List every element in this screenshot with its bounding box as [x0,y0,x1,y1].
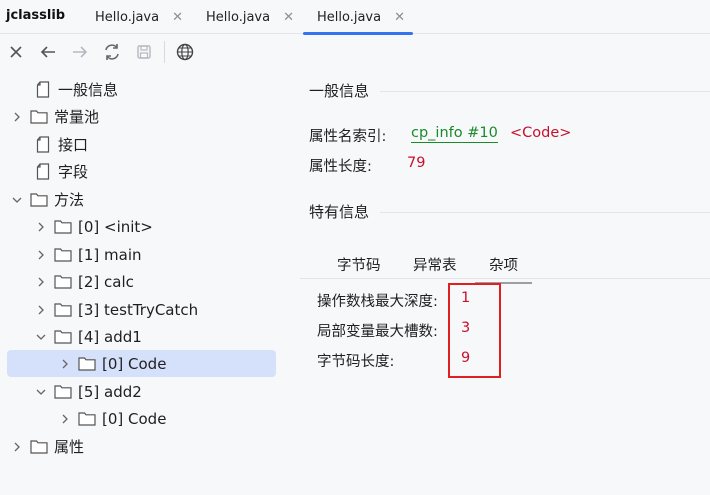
tree-item-method-add2[interactable]: [5] add2 [34,378,142,405]
tree-item-attributes[interactable]: 属性 [10,433,84,460]
name-index-label: 属性名索引: [309,129,387,145]
tree-item-label: [1] main [78,245,142,264]
folder-icon [30,191,48,209]
tab-bar: jclasslib Hello.java ✕ Hello.java ✕ Hell… [0,0,710,35]
back-arrow-icon[interactable] [32,38,64,66]
tree-item-label: 字段 [58,163,89,181]
tree-item-label: 属性 [54,438,85,456]
close-icon[interactable]: ✕ [394,10,405,25]
tree-item-general-info[interactable]: 一般信息 [34,76,118,103]
tab-hello-java-3[interactable]: Hello.java ✕ [303,0,413,35]
chevron-right-icon[interactable] [58,412,72,426]
folder-icon [78,410,96,428]
close-icon[interactable] [0,38,32,66]
chevron-right-icon[interactable] [10,440,24,454]
folder-icon [54,328,72,346]
chevron-right-icon[interactable] [34,303,48,317]
folder-icon [54,383,72,401]
tab-hello-java-1[interactable]: Hello.java ✕ [95,0,183,34]
tree-item-label: [4] add1 [78,327,142,346]
tree-item-label: [3] testTryCatch [78,300,199,319]
globe-icon[interactable] [169,38,201,66]
tree-item-label: 方法 [54,191,85,209]
highlight-box [448,283,501,378]
file-icon [34,163,52,181]
tree-item-add2-code[interactable]: [0] Code [58,405,166,432]
max-locals-label: 局部变量最大槽数: [317,324,438,340]
folder-icon [30,438,48,456]
tab-label: Hello.java [317,9,382,25]
tree-item-method-main[interactable]: [1] main [34,241,142,268]
tree-item-label: 常量池 [54,108,100,126]
chevron-right-icon[interactable] [34,220,48,234]
tree-item-label: 一般信息 [58,81,119,99]
tree-item-label: [0] Code [102,409,167,428]
subtab-exception-table[interactable]: 异常表 [413,254,457,275]
file-icon [34,81,52,99]
close-icon[interactable]: ✕ [283,10,294,25]
general-info-title: 一般信息 [309,82,370,100]
tab-label: Hello.java [95,9,160,25]
tree-item-add1-code[interactable]: [0] Code [7,350,276,377]
tree-item-methods[interactable]: 方法 [10,186,84,213]
max-stack-label: 操作数栈最大深度: [317,294,438,310]
folder-icon [78,355,96,373]
forward-arrow-icon[interactable] [64,38,96,66]
chevron-right-icon[interactable] [34,248,48,262]
detail-panel: 一般信息 属性名索引: cp_info #10 <Code> 属性长度: 79 … [300,70,710,495]
app-title: jclasslib [6,8,66,23]
name-index-value: <Code> [510,125,572,141]
section-divider [380,91,710,92]
tree-item-label: 接口 [58,136,89,154]
folder-icon [30,108,48,126]
code-length-label: 字节码长度: [317,354,395,370]
folder-icon [54,246,72,264]
tree-item-interfaces[interactable]: 接口 [34,131,88,158]
chevron-right-icon[interactable] [10,110,24,124]
tab-label: Hello.java [206,9,271,25]
close-icon[interactable]: ✕ [172,10,183,25]
chevron-right-icon[interactable] [34,275,48,289]
folder-icon [54,301,72,319]
folder-icon [54,218,72,236]
toolbar [0,35,710,69]
tree-item-method-init[interactable]: [0] <init> [34,213,153,240]
tree-item-label: [5] add2 [78,382,142,401]
tree-item-label: [0] <init> [78,217,153,236]
file-icon [34,136,52,154]
tree-item-method-testtrycatch[interactable]: [3] testTryCatch [34,296,198,323]
folder-icon [54,273,72,291]
subtab-divider [300,278,710,279]
tab-hello-java-2[interactable]: Hello.java ✕ [206,0,294,34]
tree-item-fields[interactable]: 字段 [34,158,88,185]
chevron-right-icon[interactable] [58,357,72,371]
tree-item-constant-pool[interactable]: 常量池 [10,103,99,130]
tree-item-method-calc[interactable]: [2] calc [34,268,134,295]
subtab-misc[interactable]: 杂项 [475,254,532,284]
toolbar-separator [164,41,165,63]
name-index-link[interactable]: cp_info #10 [411,125,498,143]
attribute-length-label: 属性长度: [309,159,372,175]
save-icon[interactable] [128,38,160,66]
chevron-down-icon[interactable] [34,330,48,344]
chevron-down-icon[interactable] [10,193,24,207]
subtab-bytecode[interactable]: 字节码 [337,254,381,275]
refresh-icon[interactable] [96,38,128,66]
tree-item-method-add1[interactable]: [4] add1 [34,323,142,350]
tree-item-label: [2] calc [78,272,134,291]
attribute-length-value: 79 [407,155,426,171]
specific-info-title: 特有信息 [309,203,370,221]
section-divider [380,212,710,213]
tree-item-label: [0] Code [102,354,167,373]
chevron-down-icon[interactable] [34,385,48,399]
